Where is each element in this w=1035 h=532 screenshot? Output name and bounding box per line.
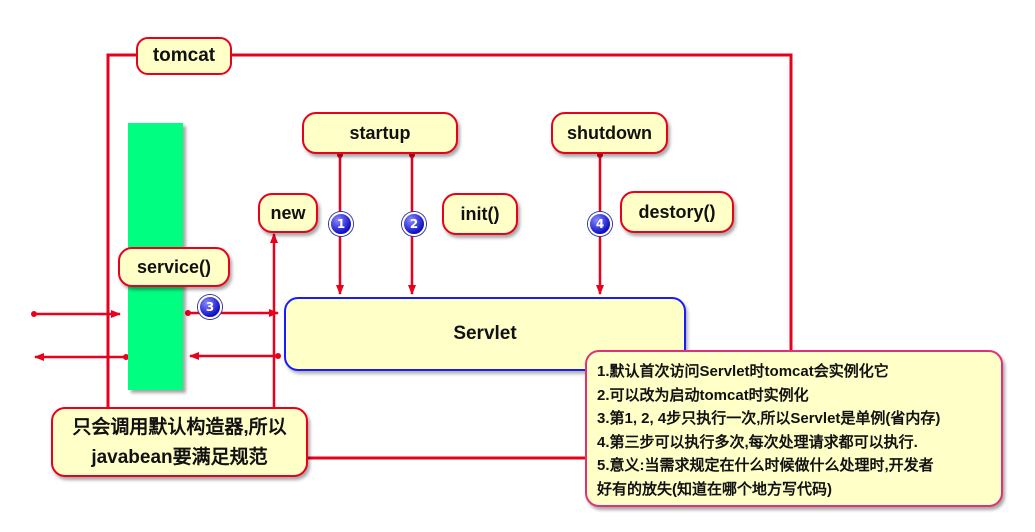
new-callout: new <box>258 193 318 233</box>
step-badge-3: 3 <box>198 295 222 319</box>
lifecycle-note-line-2: 2.可以改为启动tomcat时实例化 <box>597 386 809 404</box>
lifecycle-note-line-3: 3.第1, 2, 4步只执行一次,所以Servlet是单例(省内存) <box>597 410 941 427</box>
startup-label: startup <box>349 122 411 143</box>
step-badge-1-text: 1 <box>336 217 346 231</box>
service-callout: service() <box>118 247 230 287</box>
lifecycle-note-line-1: 1.默认首次访问Servlet时tomcat会实例化它 <box>597 363 889 380</box>
shutdown-callout: shutdown <box>551 112 668 154</box>
destroy-label: destory() <box>638 201 716 222</box>
step-badge-1: 1 <box>329 212 353 236</box>
tomcat-label: tomcat <box>136 37 232 75</box>
tomcat-label-text: tomcat <box>152 45 216 66</box>
shutdown-label: shutdown <box>567 122 652 143</box>
startup-callout: startup <box>302 112 458 154</box>
destroy-callout: destory() <box>620 191 734 233</box>
init-callout: init() <box>442 193 518 235</box>
init-label: init() <box>460 203 500 224</box>
constructor-note-line-1: 只会调用默认构造器,所以 <box>72 417 287 438</box>
step-badge-2-text: 2 <box>409 217 419 231</box>
step-badge-4: 4 <box>588 212 612 236</box>
step-badge-3-text: 3 <box>205 300 215 314</box>
lifecycle-notes: 1.默认首次访问Servlet时tomcat会实例化它 2.可以改为启动tomc… <box>585 350 1003 507</box>
servlet-label: Servlet <box>453 323 517 344</box>
step-badge-4-text: 4 <box>595 217 605 231</box>
step-badge-2: 2 <box>402 212 426 236</box>
constructor-note-line-2: javabean要满足规范 <box>91 447 268 468</box>
lifecycle-note-line-6: 好有的放失(知道在哪个地方写代码) <box>597 480 832 498</box>
lifecycle-note-line-5: 5.意义:当需求规定在什么时候做什么处理时,开发者 <box>597 457 934 474</box>
new-label: new <box>270 202 306 223</box>
constructor-note: 只会调用默认构造器,所以 javabean要满足规范 <box>51 407 308 477</box>
service-label: service() <box>136 256 212 277</box>
lifecycle-note-line-4: 4.第三步可以执行多次,每次处理请求都可以执行. <box>597 433 918 451</box>
